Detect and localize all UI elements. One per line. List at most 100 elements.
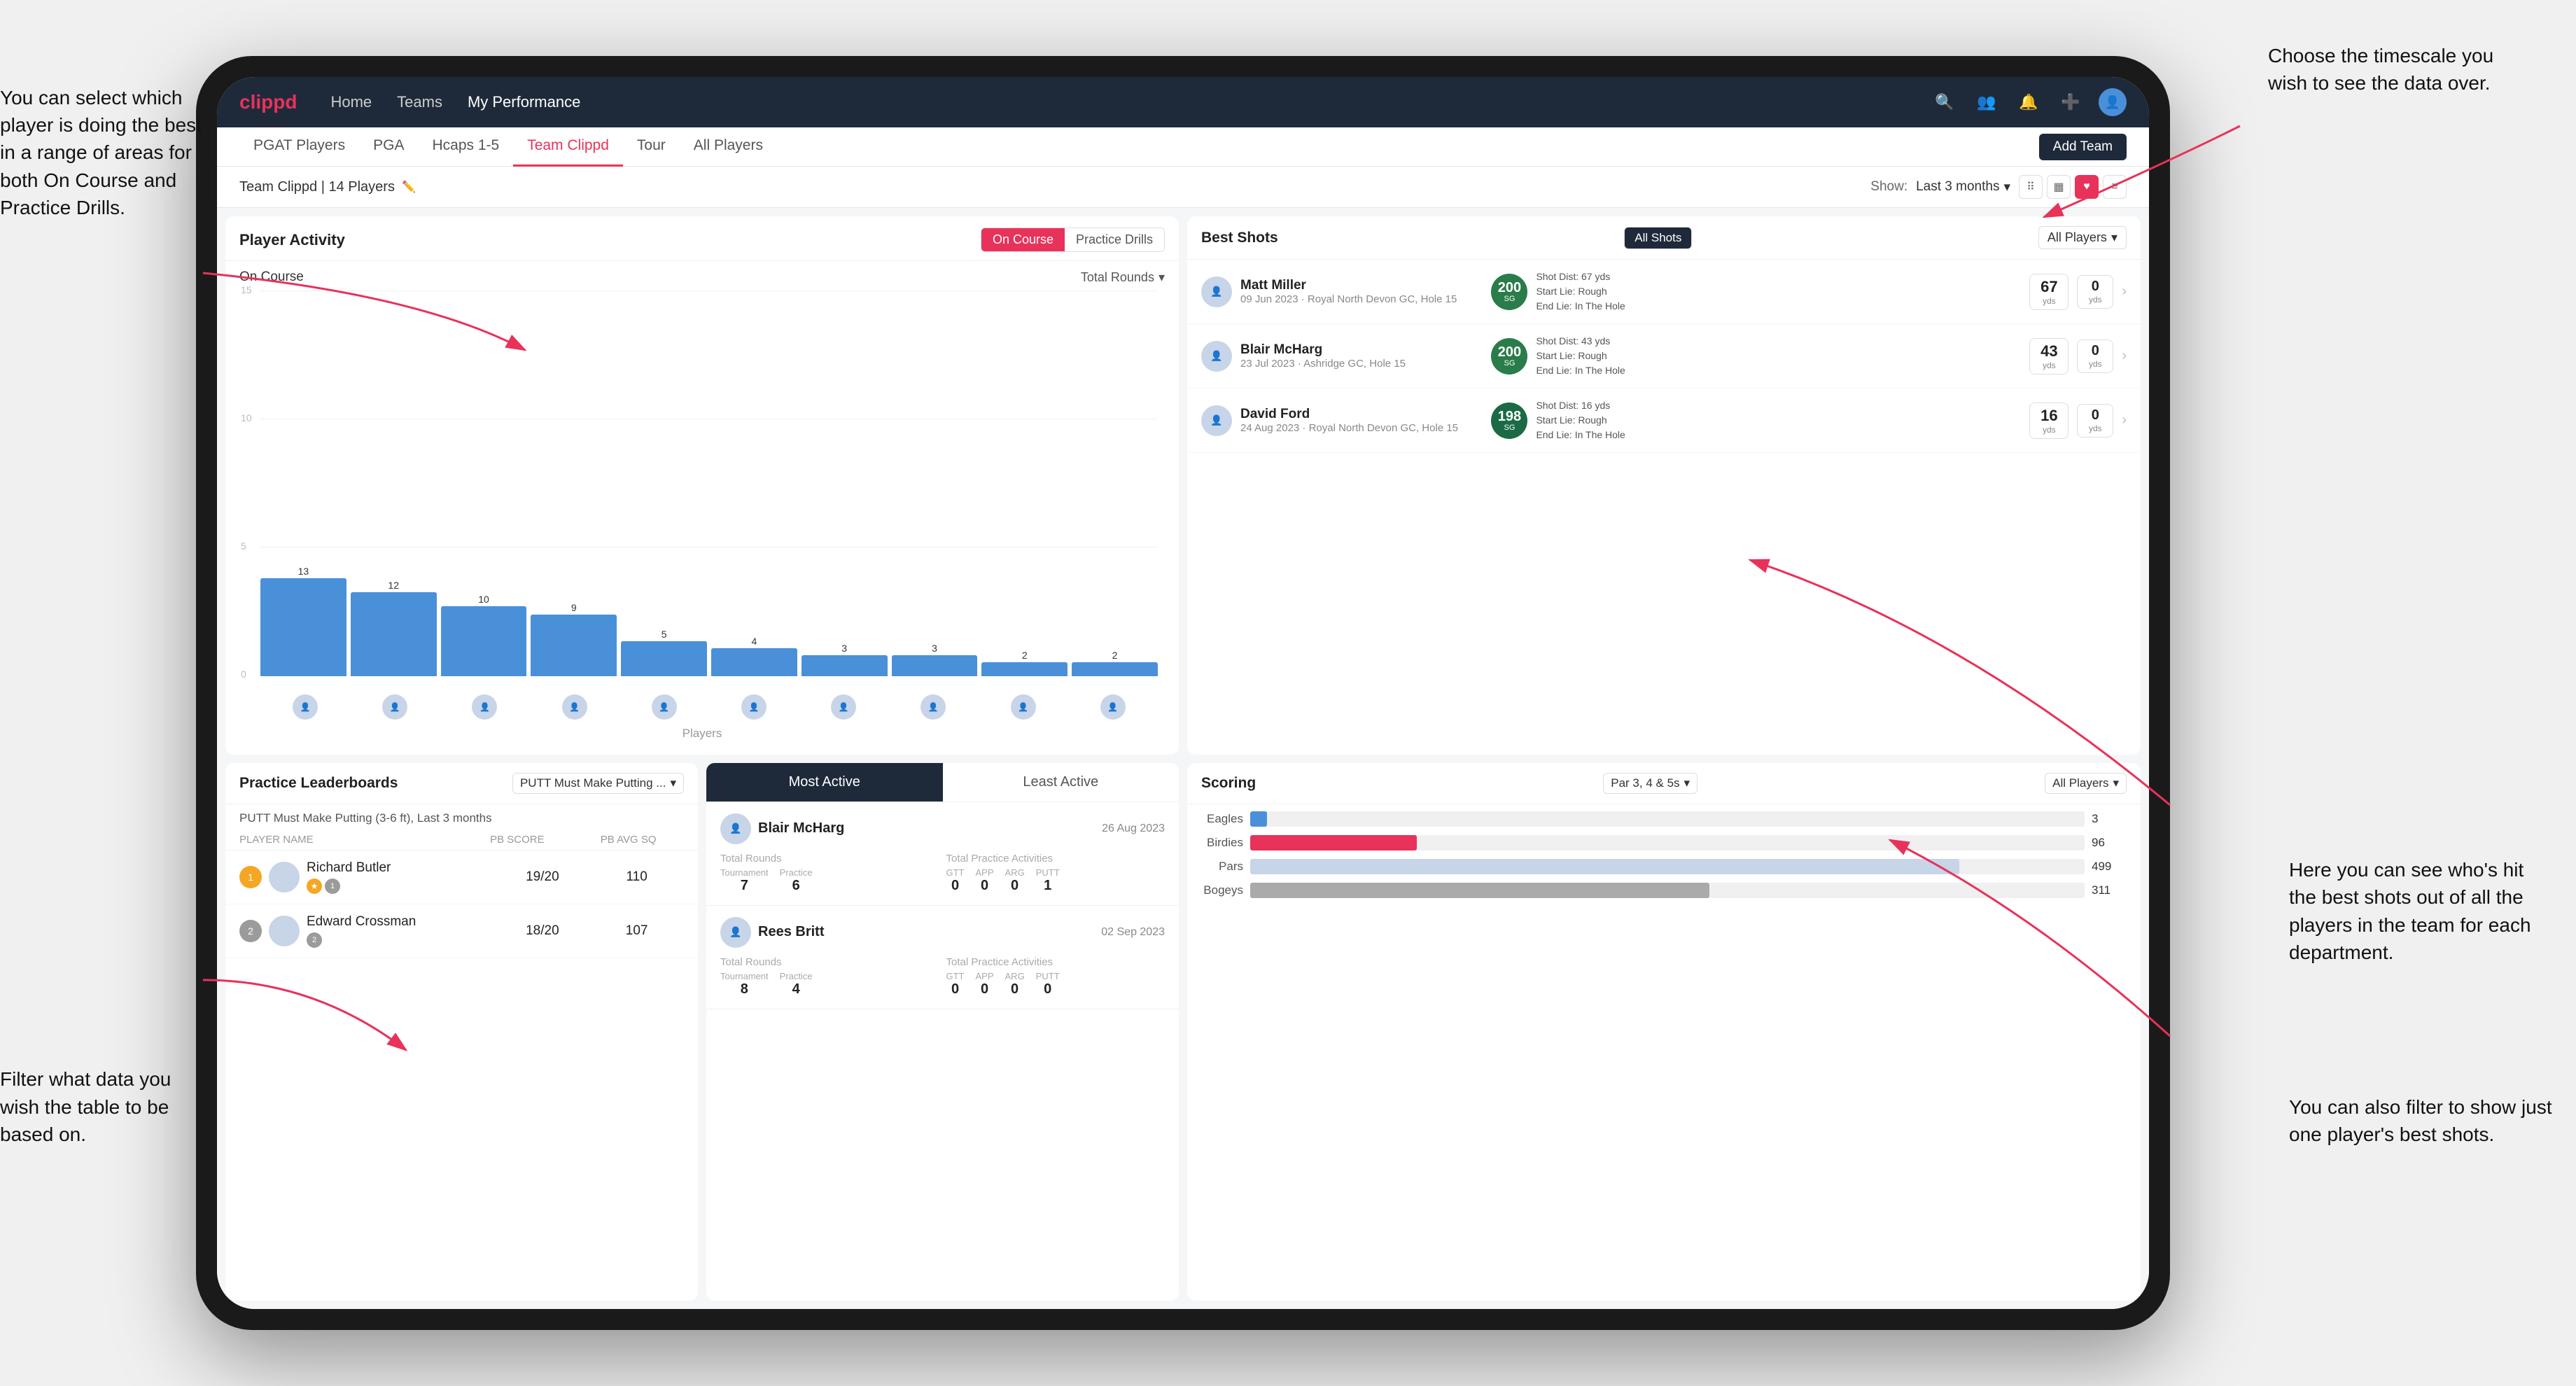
annotation-top-left: You can select which player is doing the… [0, 84, 203, 221]
shot-player-name-1: Blair McHarg [1240, 342, 1483, 358]
on-course-toggle[interactable]: On Course [981, 228, 1065, 251]
scoring-filter-2[interactable]: All Players ▾ [2045, 773, 2127, 794]
heart-view-btn[interactable]: ♥ [2075, 175, 2099, 199]
shot-player-name-0: Matt Miller [1240, 278, 1483, 293]
bar-chart: 15 10 5 0 13 [239, 290, 1165, 746]
chart-sub-header: On Course Total Rounds ▾ [239, 270, 1165, 285]
tab-pga[interactable]: PGA [359, 127, 418, 167]
nav-my-performance[interactable]: My Performance [468, 90, 580, 114]
leaderboard-subtitle: PUTT Must Make Putting (3-6 ft), Last 3 … [225, 804, 698, 830]
tab-all-players[interactable]: All Players [680, 127, 777, 167]
search-icon[interactable]: 🔍 [1931, 88, 1959, 116]
bar-group-2: 10 [441, 594, 527, 676]
player-avatar-3: 👤 [562, 694, 587, 720]
practice-activities-section-0: Total Practice Activities GTT 0 APP [946, 853, 1166, 894]
scoring-bar-bogeys [1250, 883, 1709, 898]
bar-4 [621, 641, 707, 676]
list-view-btn[interactable]: ≡ [2103, 175, 2127, 199]
lb-score-0: 19/20 [496, 869, 590, 885]
trophy-icon: ★ [307, 878, 322, 894]
bar-group-1: 12 [351, 580, 437, 676]
shot-player-info-1: Blair McHarg 23 Jul 2023 · Ashridge GC, … [1240, 342, 1483, 370]
shot-card-0[interactable]: 👤 Matt Miller 09 Jun 2023 · Royal North … [1187, 260, 2141, 324]
scoring-bars: Eagles 3 Birdies 96 [1187, 804, 2141, 1301]
nav-logo: clippd [239, 91, 297, 113]
scoring-label-pars: Pars [1201, 860, 1243, 874]
scoring-filter-1[interactable]: Par 3, 4 & 5s ▾ [1603, 773, 1698, 794]
grid3-view-btn[interactable]: ⠿ [2019, 175, 2043, 199]
scoring-bar-birdies [1250, 835, 1417, 850]
shot-zero-badge-0: 0 yds [2077, 275, 2113, 309]
user-avatar[interactable]: 👤 [2099, 88, 2127, 116]
plus-icon[interactable]: ➕ [2057, 88, 2085, 116]
shot-player-meta-1: 23 Jul 2023 · Ashridge GC, Hole 15 [1240, 358, 1483, 370]
chevron-down-icon: ▾ [2003, 179, 2010, 195]
leaderboard-row-0: 1 Richard Butler ★ 1 19/20 110 [225, 850, 698, 904]
rank-num-badge: 1 [325, 878, 340, 894]
col-header-name: PLAYER NAME [239, 834, 462, 846]
tournament-stat-0: Tournament 7 [720, 867, 769, 894]
practice-drills-toggle[interactable]: Practice Drills [1065, 228, 1164, 251]
least-active-tab[interactable]: Least Active [943, 763, 1180, 802]
player-avatar-4: 👤 [652, 694, 677, 720]
leaderboard-select[interactable]: PUTT Must Make Putting ... ▾ [512, 773, 684, 794]
add-team-button[interactable]: Add Team [2039, 134, 2127, 160]
nav-links: Home Teams My Performance [330, 90, 1931, 114]
players-filter-dropdown[interactable]: All Players ▾ [2038, 226, 2127, 249]
col-header-pb: PB SCORE [462, 834, 573, 846]
player-avatar-0: 👤 [293, 694, 318, 720]
tab-hcaps[interactable]: Hcaps 1-5 [418, 127, 513, 167]
people-icon[interactable]: 👥 [1973, 88, 2001, 116]
scoring-row-birdies: Birdies 96 [1201, 835, 2127, 850]
lb-score-1: 18/20 [496, 923, 590, 939]
bar-group-5: 4 [711, 636, 797, 676]
arg-stat-0: ARG 0 [1005, 867, 1025, 894]
arg-stat-1: ARG 0 [1005, 971, 1025, 997]
tablet-frame: clippd Home Teams My Performance 🔍 👥 🔔 ➕… [196, 56, 2170, 1330]
practice-row-0: GTT 0 APP 0 ARG [946, 867, 1166, 894]
player-avatar-2: 👤 [472, 694, 497, 720]
bell-icon[interactable]: 🔔 [2015, 88, 2043, 116]
shot-player-avatar-2: 👤 [1201, 405, 1232, 436]
bar-group-9: 2 [1072, 650, 1158, 676]
bar-8 [981, 662, 1068, 676]
all-shots-tab[interactable]: All Shots [1625, 227, 1691, 248]
tab-tour[interactable]: Tour [623, 127, 680, 167]
chart-filter-dropdown[interactable]: Total Rounds ▾ [1081, 270, 1165, 285]
rounds-row-1: Tournament 8 Practice 4 [720, 971, 939, 997]
putt-stat-0: PUTT 1 [1036, 867, 1060, 894]
best-shots-panel: Best Shots All Shots All Players ▾ 👤 [1187, 216, 2141, 755]
chart-section: On Course Total Rounds ▾ 15 [225, 261, 1179, 755]
best-shots-title: Best Shots [1201, 230, 1278, 246]
chevron-down-icon: ▾ [2113, 776, 2119, 790]
lb-name-section: Richard Butler ★ 1 [307, 860, 496, 894]
active-player-card-0: 👤 Blair McHarg 26 Aug 2023 Total Rounds [706, 802, 1179, 906]
shot-dist-num-1: 43 [2040, 342, 2057, 360]
player-activity-header: Player Activity On Course Practice Drill… [225, 216, 1179, 261]
putt-stat-1: PUTT 0 [1036, 971, 1060, 997]
active-date-0: 26 Aug 2023 [1102, 822, 1165, 835]
bar-0 [260, 578, 346, 676]
bar-group-7: 3 [892, 643, 978, 676]
edit-icon[interactable]: ✏️ [402, 180, 416, 194]
bar-6 [802, 655, 888, 676]
most-active-tab[interactable]: Most Active [706, 763, 943, 802]
shot-card-2[interactable]: 👤 David Ford 24 Aug 2023 · Royal North D… [1187, 388, 2141, 453]
shot-dist-badge-0: 67 yds [2029, 274, 2068, 310]
rounds-section-1: Total Rounds Tournament 8 Practice [720, 956, 939, 997]
player-avatar-1: 👤 [382, 694, 407, 720]
nav-teams[interactable]: Teams [397, 90, 442, 114]
nav-home[interactable]: Home [330, 90, 372, 114]
scoring-header: Scoring Par 3, 4 & 5s ▾ All Players ▾ [1187, 763, 2141, 804]
scoring-title: Scoring [1201, 775, 1256, 792]
scoring-bar-wrap-bogeys [1250, 883, 2085, 898]
tab-team-clippd[interactable]: Team Clippd [513, 127, 623, 167]
leaderboard-cols: PLAYER NAME PB SCORE PB AVG SQ [225, 830, 698, 850]
timescale-select[interactable]: Last 3 months ▾ [1916, 179, 2010, 195]
active-name-1: Rees Britt [758, 924, 1094, 940]
grid2-view-btn[interactable]: ▦ [2047, 175, 2071, 199]
tab-pgat[interactable]: PGAT Players [239, 127, 359, 167]
practice-stat-1: Practice 4 [780, 971, 813, 997]
shot-card-1[interactable]: 👤 Blair McHarg 23 Jul 2023 · Ashridge GC… [1187, 324, 2141, 388]
tablet-screen: clippd Home Teams My Performance 🔍 👥 🔔 ➕… [217, 77, 2149, 1309]
